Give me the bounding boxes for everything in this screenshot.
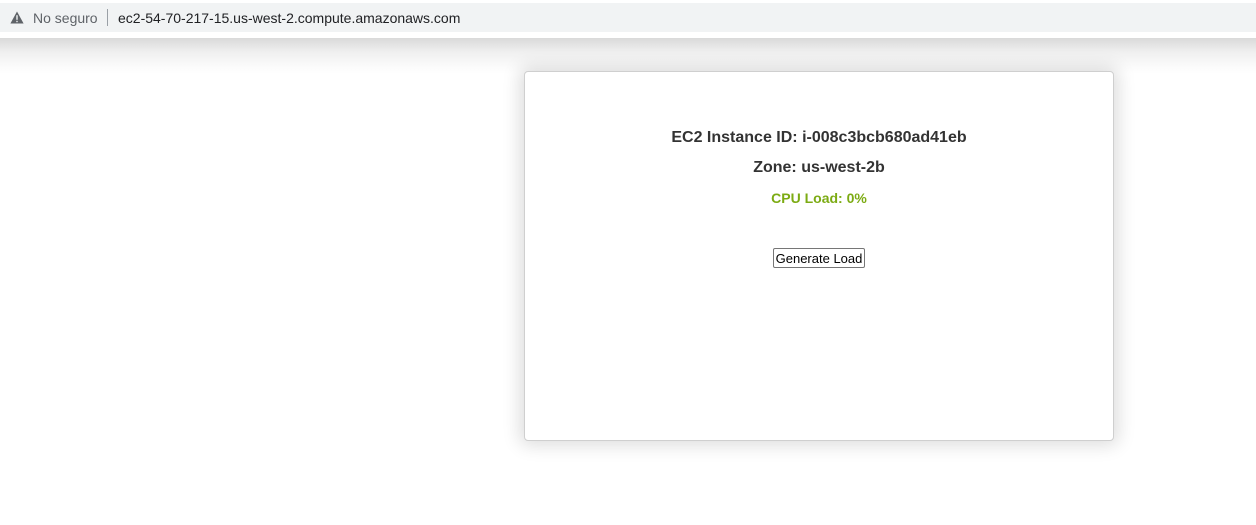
instance-id-value: i-008c3bcb680ad41eb: [802, 129, 967, 146]
zone-line: Zone: us-west-2b: [525, 159, 1113, 177]
browser-toolbar: No seguro ec2-54-70-217-15.us-west-2.com…: [0, 0, 1256, 38]
instance-id-line: EC2 Instance ID: i-008c3bcb680ad41eb: [525, 129, 1113, 147]
generate-load-button[interactable]: Generate Load: [773, 248, 865, 268]
warning-triangle-icon[interactable]: [10, 11, 24, 24]
address-bar-divider: [107, 9, 108, 26]
page-top-shadow: [0, 38, 1256, 74]
address-bar[interactable]: No seguro ec2-54-70-217-15.us-west-2.com…: [0, 3, 1256, 32]
cpu-load-value: 0%: [846, 190, 867, 206]
zone-value: us-west-2b: [801, 159, 885, 176]
zone-label: Zone:: [753, 159, 797, 176]
cpu-load-line: CPU Load: 0%: [525, 190, 1113, 206]
url-text[interactable]: ec2-54-70-217-15.us-west-2.compute.amazo…: [118, 10, 460, 26]
cpu-load-label: CPU Load:: [771, 190, 843, 206]
instance-info-card: EC2 Instance ID: i-008c3bcb680ad41eb Zon…: [524, 71, 1114, 441]
instance-id-label: EC2 Instance ID:: [671, 129, 798, 146]
security-status-label[interactable]: No seguro: [33, 10, 98, 26]
